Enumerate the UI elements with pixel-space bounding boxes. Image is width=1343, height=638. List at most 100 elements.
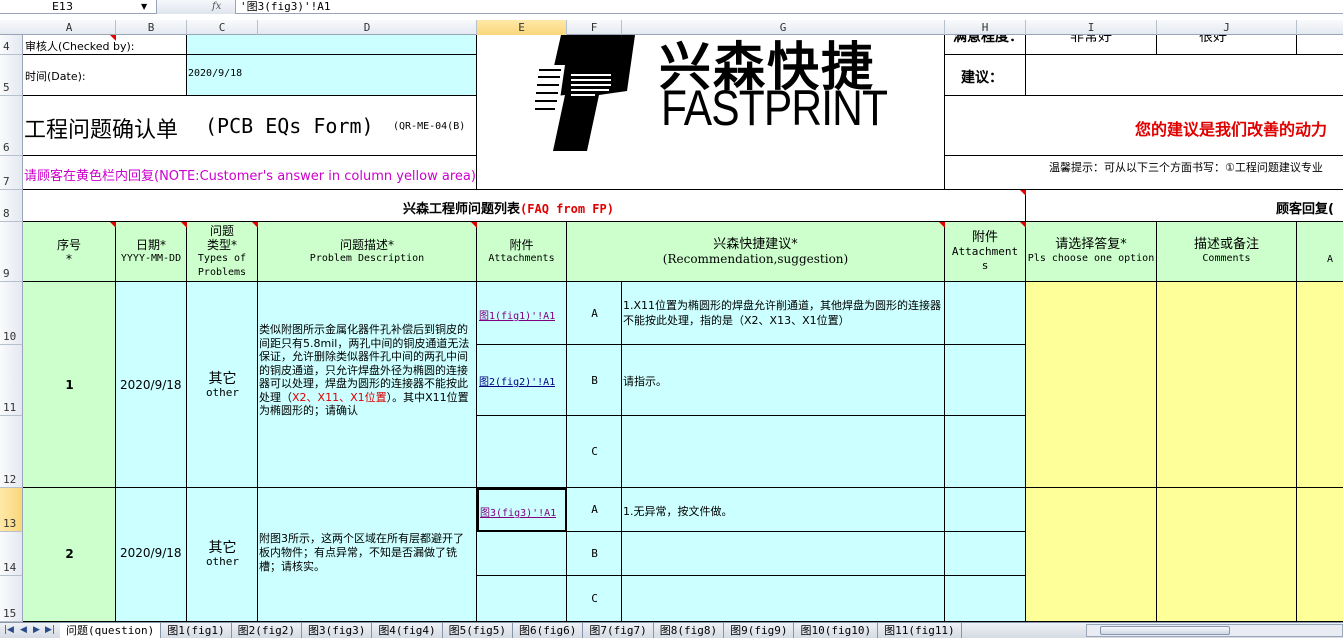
- comment-indicator-icon[interactable]: [110, 222, 116, 228]
- column-header-k[interactable]: [1297, 20, 1343, 35]
- header-choose-option[interactable]: 请选择答复* Pls choose one option: [1026, 222, 1157, 282]
- sheet-tab[interactable]: 图6(fig6): [513, 623, 584, 638]
- comment-indicator-icon[interactable]: [181, 222, 187, 228]
- first-sheet-icon[interactable]: |◀: [4, 624, 14, 636]
- checked-by-value-cell[interactable]: [187, 35, 477, 55]
- issue-1-option-b-recommendation[interactable]: 请指示。: [622, 345, 945, 416]
- comment-indicator-icon[interactable]: [110, 35, 116, 41]
- comment-indicator-icon[interactable]: [252, 222, 258, 228]
- column-header-a[interactable]: A: [23, 20, 116, 35]
- sheet-tab[interactable]: 图7(fig7): [583, 623, 654, 638]
- issue-1-option-b-letter[interactable]: B: [567, 345, 622, 416]
- issue-1-option-c-recommendation[interactable]: [622, 416, 945, 488]
- issue-1-option-b-attachment[interactable]: 图2(fig2)'!A1: [477, 345, 567, 416]
- issue-2-seq[interactable]: 2: [23, 488, 116, 622]
- issue-1-description[interactable]: 类似附图所示金属化器件孔补偿后到铜皮的间距只有5.8mil，两孔中间的铜皮通道无…: [258, 282, 477, 488]
- column-header-b[interactable]: B: [116, 20, 187, 35]
- issue-2-option-a-attachment-selected[interactable]: 图3(fig3)'!A1: [477, 488, 567, 532]
- issue-1-option-a-letter[interactable]: A: [567, 282, 622, 345]
- comment-indicator-icon[interactable]: [1020, 222, 1026, 228]
- header-attachments[interactable]: 附件 Attachments: [477, 222, 567, 282]
- satisfaction-label-cell[interactable]: 满意程度：: [945, 35, 1026, 55]
- issue-2-option-c-attach2[interactable]: [945, 576, 1026, 622]
- issue-1-option-b-link[interactable]: 图2(fig2)'!A1: [479, 373, 555, 388]
- issue-1-option-c-letter[interactable]: C: [567, 416, 622, 488]
- issue-1-option-a-attachment[interactable]: 图1(fig1)'!A1: [477, 282, 567, 345]
- last-sheet-icon[interactable]: ▶|: [45, 624, 55, 636]
- insert-function-icon[interactable]: fx: [212, 0, 221, 14]
- issue-1-date[interactable]: 2020/9/18: [116, 282, 187, 488]
- sheet-tab[interactable]: 图4(fig4): [372, 623, 443, 638]
- issue-1-seq[interactable]: 1: [23, 282, 116, 488]
- comment-indicator-icon[interactable]: [939, 222, 945, 228]
- satisfaction-option-3[interactable]: [1297, 35, 1343, 55]
- next-sheet-icon[interactable]: ▶: [33, 624, 40, 636]
- issue-2-customer-attachment[interactable]: [1297, 488, 1343, 622]
- sheet-tab[interactable]: 图5(fig5): [443, 623, 514, 638]
- issue-2-option-a-link[interactable]: 图3(fig3)'!A1: [480, 504, 556, 519]
- date-label-cell[interactable]: 时间(Date):: [23, 55, 187, 96]
- name-box-dropdown-icon[interactable]: ▼: [141, 0, 147, 14]
- issue-2-option-b-recommendation[interactable]: [622, 532, 945, 576]
- issue-2-option-a-letter[interactable]: A: [567, 488, 622, 532]
- column-header-j[interactable]: J: [1157, 20, 1297, 35]
- checked-by-label-cell[interactable]: 审核人(Checked by):: [23, 35, 187, 55]
- issue-2-date[interactable]: 2020/9/18: [116, 488, 187, 622]
- issue-1-option-b-attach2[interactable]: [945, 345, 1026, 416]
- issue-2-option-a-recommendation[interactable]: 1.无异常，按文件做。: [622, 488, 945, 532]
- horizontal-scrollbar-thumb[interactable]: [1100, 626, 1230, 635]
- header-type[interactable]: 问题 类型* Types of Problems: [187, 222, 258, 282]
- sheet-tab[interactable]: 图11(fig11): [878, 623, 962, 638]
- header-partial[interactable]: A: [1297, 222, 1343, 282]
- header-seq[interactable]: 序号 *: [23, 222, 116, 282]
- issue-1-customer-choice[interactable]: [1026, 282, 1157, 488]
- row-header-12[interactable]: 12: [0, 416, 23, 488]
- suggest-input-cell[interactable]: [1026, 55, 1343, 96]
- row-header-6[interactable]: 6: [0, 96, 23, 156]
- issue-2-customer-choice[interactable]: [1026, 488, 1157, 622]
- issue-1-customer-comments[interactable]: [1157, 282, 1297, 488]
- issue-1-customer-attachment[interactable]: [1297, 282, 1343, 488]
- row-header-4[interactable]: 4: [0, 35, 23, 55]
- issue-2-option-a-attach2[interactable]: [945, 488, 1026, 532]
- row-header-14[interactable]: 14: [0, 532, 23, 576]
- header-attachments-2[interactable]: 附件 Attachment s: [945, 222, 1026, 282]
- prev-sheet-icon[interactable]: ◀: [20, 624, 27, 636]
- suggest-label-cell[interactable]: 建议：: [945, 55, 1026, 96]
- header-recommendation[interactable]: 兴森快捷建议* (Recommendation,suggestion): [567, 222, 945, 282]
- header-description[interactable]: 问题描述* Problem Description: [258, 222, 477, 282]
- row-header-5[interactable]: 5: [0, 55, 23, 96]
- issue-1-option-a-attach2[interactable]: [945, 282, 1026, 345]
- date-value-cell[interactable]: 2020/9/18: [187, 55, 477, 96]
- issue-2-option-b-attach2[interactable]: [945, 532, 1026, 576]
- sheet-tab[interactable]: 图9(fig9): [724, 623, 795, 638]
- sheet-tab[interactable]: 图10(fig10): [794, 623, 879, 638]
- issue-1-option-a-recommendation[interactable]: 1.X11位置为椭圆形的焊盘允许削通道，其他焊盘为圆形的连接器不能按此处理，指的…: [622, 282, 945, 345]
- column-header-h[interactable]: H: [945, 20, 1026, 35]
- column-header-i[interactable]: I: [1026, 20, 1157, 35]
- column-header-e[interactable]: E: [477, 20, 567, 35]
- row-header-10[interactable]: 10: [0, 282, 23, 345]
- row-header-9[interactable]: 9: [0, 222, 23, 282]
- sheet-tab[interactable]: 图3(fig3): [302, 623, 373, 638]
- row-header-7[interactable]: 7: [0, 156, 23, 190]
- issue-2-option-c-letter[interactable]: C: [567, 576, 622, 622]
- issue-1-option-c-attachment[interactable]: [477, 416, 567, 488]
- issue-2-type[interactable]: 其它 other: [187, 488, 258, 622]
- note-cell[interactable]: 请顾客在黄色栏内回复(NOTE:Customer's answer in col…: [23, 156, 477, 190]
- issue-2-option-c-attachment[interactable]: [477, 576, 567, 622]
- issue-2-option-c-recommendation[interactable]: [622, 576, 945, 622]
- issue-2-option-b-attachment[interactable]: [477, 532, 567, 576]
- row-header-11[interactable]: 11: [0, 345, 23, 416]
- issue-2-option-b-letter[interactable]: B: [567, 532, 622, 576]
- column-header-g[interactable]: G: [622, 20, 945, 35]
- satisfaction-option-1[interactable]: 非常好: [1026, 35, 1157, 55]
- name-box[interactable]: E13: [0, 0, 150, 14]
- column-header-c[interactable]: C: [187, 20, 258, 35]
- sheet-tab[interactable]: 问题(question): [60, 623, 162, 638]
- comment-indicator-icon[interactable]: [471, 222, 477, 228]
- issue-2-description[interactable]: 附图3所示，这两个区域在所有层都避开了板内物件；有点异常，不知是否漏做了铣槽；请…: [258, 488, 477, 622]
- row-header-15[interactable]: 15: [0, 576, 23, 622]
- form-title-cell[interactable]: 工程问题确认单 (PCB EQs Form) (QR-ME-04(B): [23, 96, 477, 156]
- row-header-8[interactable]: 8: [0, 190, 23, 222]
